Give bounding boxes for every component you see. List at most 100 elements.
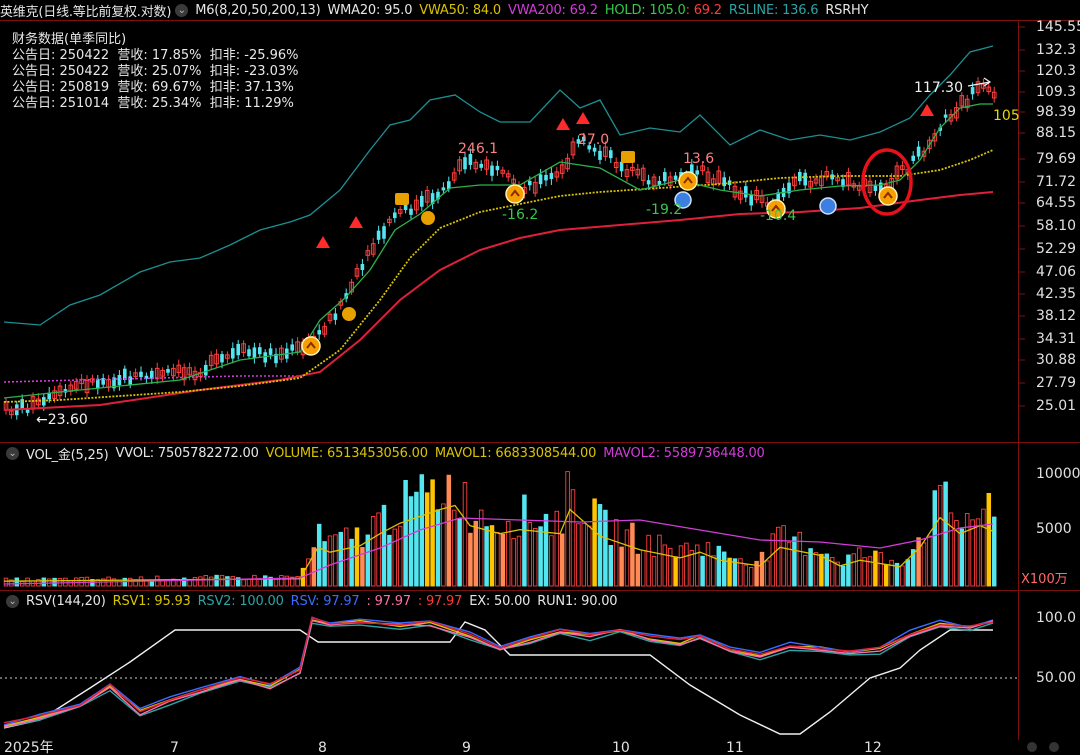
volume-bar [635, 553, 641, 587]
volume-plot[interactable] [3, 471, 997, 587]
volume-bar [549, 535, 554, 587]
volume-bar [414, 491, 419, 587]
volume-bar [538, 526, 543, 587]
volume-bar [41, 577, 47, 587]
volume-bar [694, 544, 700, 587]
volume-bar [257, 579, 263, 587]
buy-signal-icon [920, 104, 934, 116]
volume-bar [851, 553, 857, 587]
volume-bar [873, 550, 878, 587]
candle-body [220, 354, 224, 363]
money-bag-icon [342, 307, 356, 321]
vwa50-label: VWA50: 84.0 [419, 2, 501, 18]
volume-bar [559, 533, 565, 587]
price-axis-label: 79.69 [1036, 151, 1076, 167]
dip-label: -16.2 [502, 207, 538, 223]
volume-bar [570, 489, 576, 587]
volume-bar [964, 513, 970, 587]
price-axis-label: 120.3 [1036, 63, 1076, 79]
candle-body [970, 87, 975, 95]
volume-bar [684, 542, 689, 587]
volume-bar [991, 516, 997, 587]
zoom-out-icon [1027, 742, 1037, 752]
blue-ball-icon [819, 197, 837, 215]
candle-body [673, 175, 678, 180]
rsv-header: ⌄ RSV(144,20) RSV1: 95.93 RSV2: 100.00 R… [0, 591, 624, 611]
volume-bar [770, 533, 776, 587]
hold-label: HOLD: 105.0 [604, 2, 686, 18]
volume-menu-icon[interactable]: ⌄ [6, 446, 19, 460]
candle-body [663, 172, 667, 182]
price-axis-label: 25.01 [1036, 398, 1076, 414]
volume-bar [565, 471, 570, 587]
time-axis-label: 10 [612, 740, 630, 755]
candle-body [646, 180, 651, 185]
dip-label: -19.2 [646, 202, 682, 218]
candle-body [247, 349, 251, 357]
volume-header: ⌄ VOL_金(5,25) VVOL: 7505782272.00 VOLUME… [0, 443, 772, 463]
candle-body [943, 114, 948, 118]
time-axis-label: 7 [170, 740, 179, 755]
volume-label: VOLUME: 6513453056.00 [265, 445, 428, 461]
volume-bar [241, 579, 246, 587]
price-axis-label: 42.35 [1036, 286, 1076, 302]
hold-line [3, 103, 993, 399]
price-axis-label: 88.15 [1036, 125, 1076, 141]
candle-body [544, 174, 548, 181]
gold-coin-icon [878, 186, 898, 206]
rsv-menu-icon[interactable]: ⌄ [6, 594, 19, 608]
price-axis-label: 34.31 [1036, 331, 1076, 347]
rsv-label: RSV: 97.97 [290, 593, 360, 609]
volume-bar [230, 576, 236, 587]
volume-bar [646, 534, 651, 587]
chart-canvas[interactable]: ←23.60 246.1 27.0 13.6 -19.2 -16.2 -10.4 117.30… [0, 0, 1080, 755]
financial-title: 财务数据(单季同比) [12, 32, 127, 47]
settings-icon[interactable]: ⌄ [175, 3, 189, 17]
volume-bar [430, 479, 435, 587]
volume-bar [678, 545, 684, 587]
candle-body [204, 364, 208, 376]
volume-bar [862, 557, 867, 587]
volume-bar [505, 520, 511, 587]
peak-label: 13.6 [683, 151, 714, 167]
volume-bar [322, 541, 327, 587]
gold-coin-icon [505, 184, 525, 204]
volume-bar [586, 525, 592, 587]
volume-bar [365, 534, 371, 587]
mavol1-label: MAVOL1: 6683308544.00 [434, 445, 597, 461]
volume-bar [338, 531, 344, 587]
volume-bar [797, 531, 803, 587]
rsv-plot[interactable] [0, 616, 1018, 735]
volume-bar [457, 517, 462, 587]
buy-signal-icon [556, 118, 570, 130]
volume-bar [700, 555, 705, 587]
vvol-label: VVOL: 7505782272.00 [115, 445, 259, 461]
price-axis-label: 30.88 [1036, 352, 1076, 368]
gold-coin-icon [301, 336, 321, 356]
volume-bar [192, 577, 198, 587]
volume-bar [775, 526, 781, 587]
stock-title: 英维克(日线.等比前复权.对数) [0, 4, 172, 20]
rsv-axis-label: 50.00 [1036, 670, 1076, 686]
time-axis-label: 2025年 [4, 740, 54, 755]
price-axis-label: 47.06 [1036, 264, 1076, 280]
price-axis-label: 52.29 [1036, 241, 1076, 257]
volume-bar [84, 576, 90, 587]
candle-body [528, 180, 532, 186]
volume-bar [435, 509, 441, 587]
low-price-label: ←23.60 [36, 412, 88, 428]
price-axis-label: 71.72 [1036, 174, 1076, 190]
price-axis-label: 98.39 [1036, 104, 1076, 120]
zoom-in-icon [1049, 742, 1059, 752]
candle-body [376, 230, 381, 240]
volume-bar [446, 474, 452, 587]
volume-bar [354, 527, 360, 587]
candle-body [268, 348, 273, 355]
volume-bar [932, 490, 938, 587]
volume-bar [792, 536, 797, 587]
rsv-series-line [3, 616, 994, 724]
rsv2-label: RSV2: 100.00 [197, 593, 284, 609]
volume-bar [759, 551, 765, 587]
volume-bar [651, 556, 657, 587]
buy-signal-icon [316, 236, 330, 248]
